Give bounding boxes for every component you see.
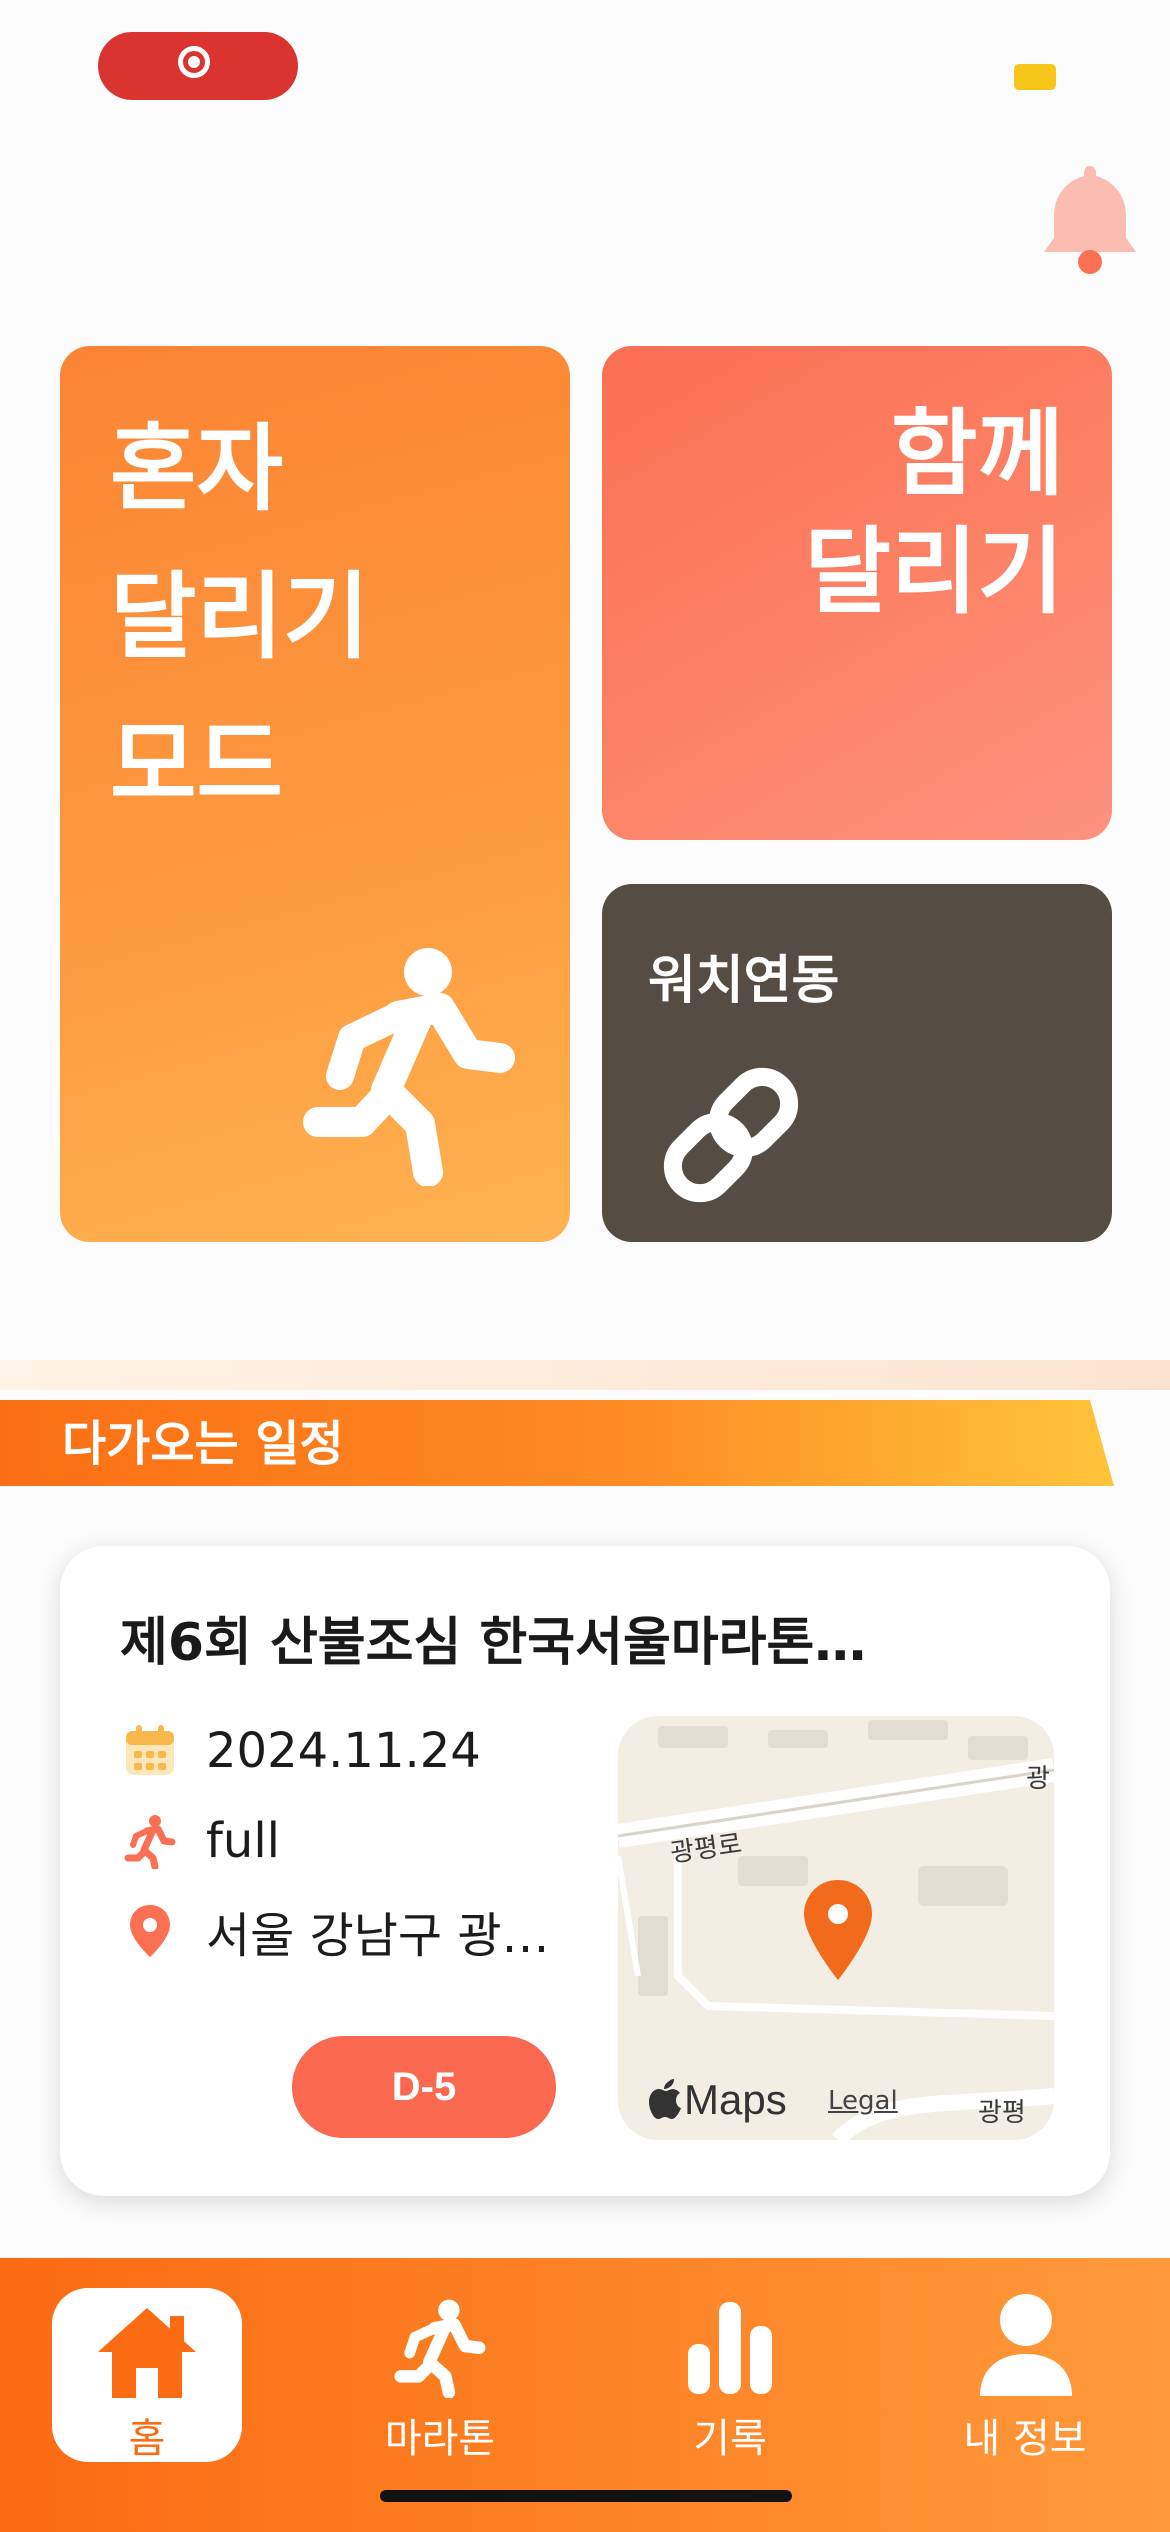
section-band-highlight [0,1360,1170,1390]
event-card[interactable]: 제6회 산불조심 한국서울마라톤… 2024.11.24 full 서울 강남구… [60,1546,1110,2196]
event-date-row: 2024.11.24 [122,1716,481,1786]
map-legal-link[interactable]: Legal [828,2086,898,2116]
group-running-tile[interactable]: 함께 달리기 [602,346,1112,840]
watch-connect-tile[interactable]: 워치연동 [602,884,1112,1242]
event-course: full [206,1813,280,1869]
solo-running-mode-tile[interactable]: 혼자 달리기 모드 [60,346,570,1242]
event-map[interactable]: 광평로 광 광평 Maps Legal [618,1716,1054,2140]
maps-brand-label: Maps [684,2076,787,2123]
group-running-label: 함께 달리기 [804,400,1064,627]
nav-item-my-info[interactable]: 내 정보 [920,2258,1130,2498]
event-course-row: full [122,1806,280,1876]
event-location: 서울 강남구 광… [206,1908,550,1964]
nav-home-label: 홈 [128,2416,166,2462]
event-title: 제6회 산불조심 한국서울마라톤… [120,1613,867,1673]
nav-item-home[interactable]: 홈 [52,2288,242,2462]
map-pin-icon [804,1880,872,1980]
event-date: 2024.11.24 [206,1723,481,1779]
nav-records-label: 기록 [693,2416,767,2462]
bell-icon[interactable] [1038,158,1142,278]
section-title: 다가오는 일정 [62,1416,344,1472]
screen-record-indicator[interactable] [98,32,298,100]
nav-item-records[interactable]: 기록 [630,2258,830,2498]
solo-running-mode-label: 혼자 달리기 모드 [110,415,370,820]
home-indicator[interactable] [380,2490,792,2502]
nav-item-marathon[interactable]: 마라톤 [340,2258,540,2498]
dday-button[interactable]: D-5 [292,2036,556,2138]
running-person-icon [394,2299,486,2398]
map-road-label: 광 [1026,1764,1050,1794]
watch-connect-label: 워치연동 [648,951,840,1011]
battery-icon [1014,64,1056,90]
bar-chart-icon [688,2302,772,2394]
nav-my-info-label: 내 정보 [963,2416,1087,2462]
location-pin-icon [130,1905,170,1957]
link-icon [663,1067,799,1203]
calendar-icon [126,1725,174,1775]
event-location-row: 서울 강남구 광… [122,1896,549,1966]
home-icon [98,2308,196,2398]
record-dot [188,56,200,68]
user-icon [980,2294,1072,2396]
map-road-label: 광평 [978,2098,1026,2128]
apple-logo-icon [649,2079,681,2119]
nav-marathon-label: 마라톤 [384,2416,496,2462]
running-person-icon [303,948,515,1186]
running-person-icon [124,1815,176,1869]
